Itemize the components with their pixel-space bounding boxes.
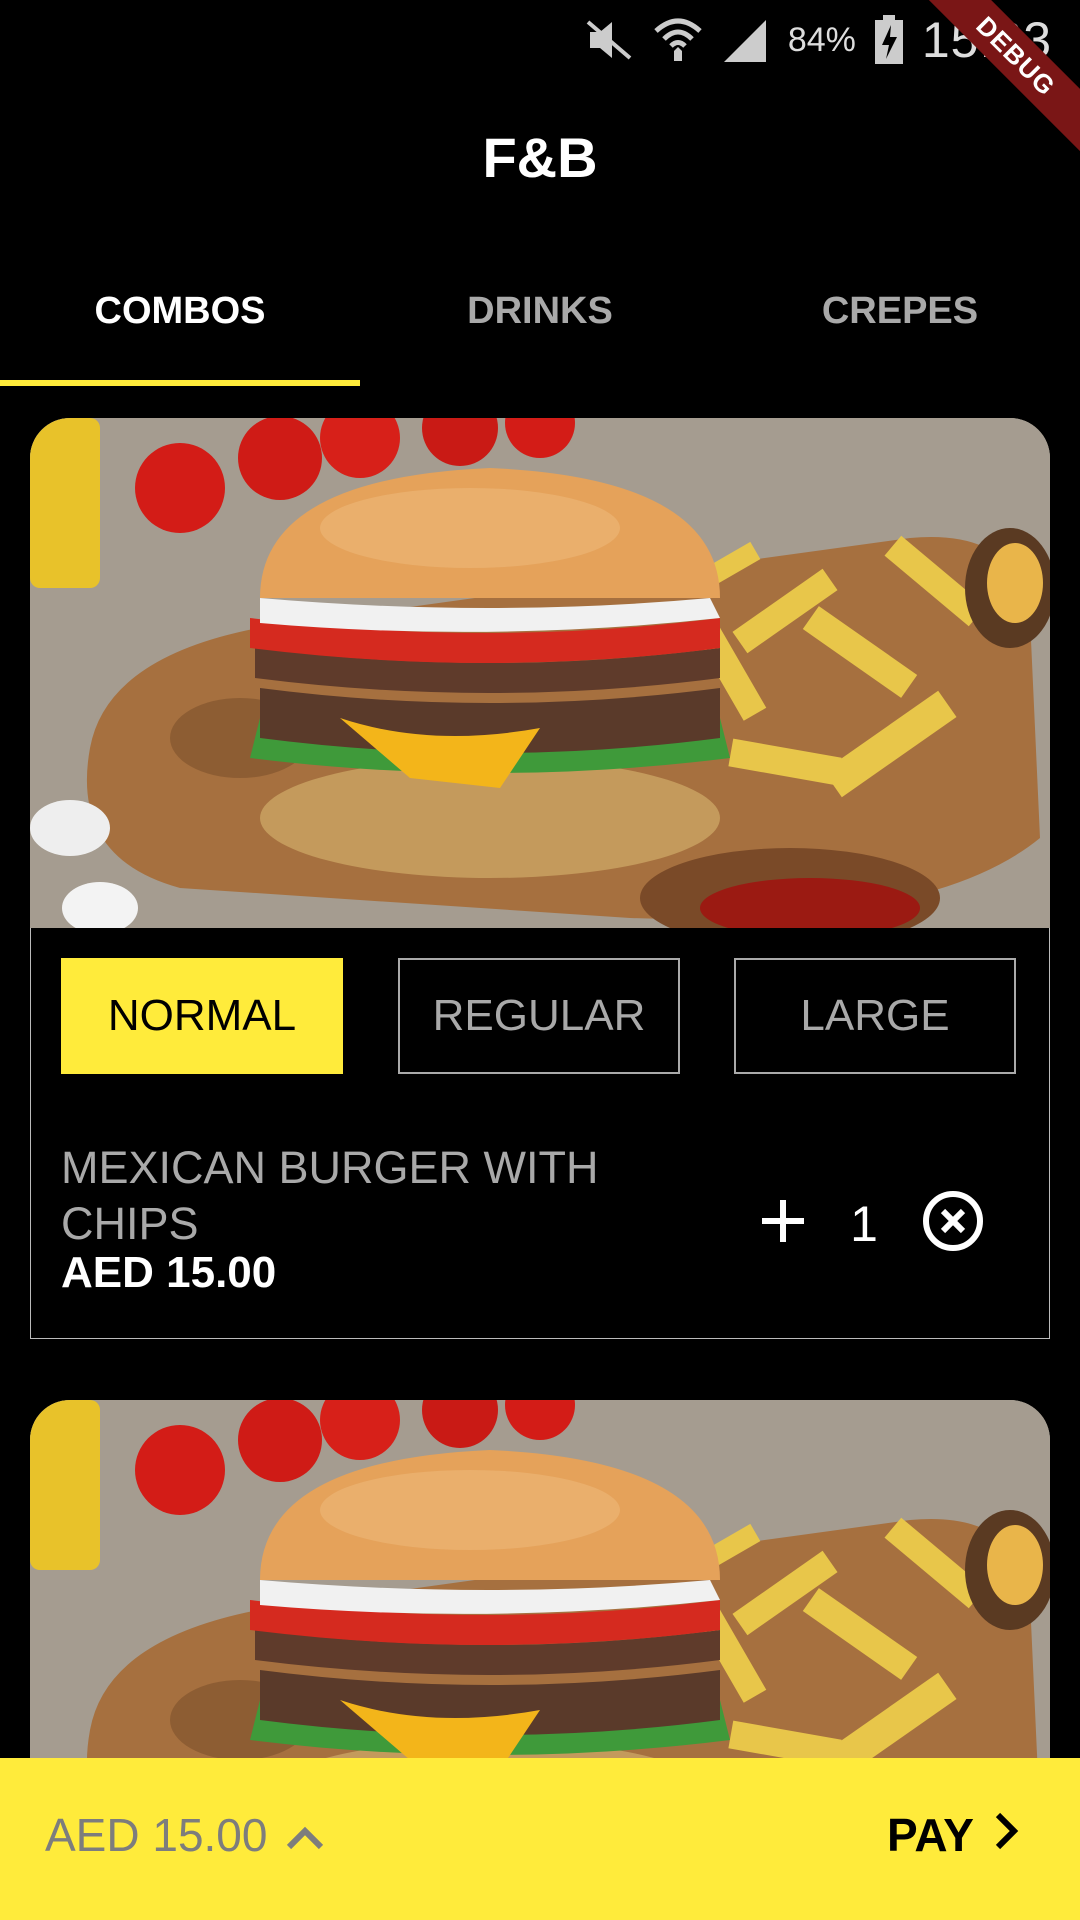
battery-charging-icon	[874, 15, 904, 65]
order-total-toggle[interactable]: AED 15.00	[45, 1808, 325, 1862]
checkout-bar: AED 15.00 PAY	[0, 1758, 1080, 1920]
mute-icon	[584, 18, 634, 62]
size-option-large[interactable]: LARGE	[734, 958, 1016, 1074]
chevron-up-icon[interactable]	[285, 1808, 325, 1862]
size-option-normal[interactable]: NORMAL	[61, 958, 343, 1074]
order-total: AED 15.00	[45, 1809, 268, 1861]
tab-combos[interactable]: COMBOS	[0, 270, 360, 386]
battery-percent: 84%	[787, 20, 856, 59]
category-tabs: COMBOS DRINKS CREPES	[0, 270, 1080, 386]
product-card: NORMAL REGULAR LARGE MEXICAN BURGER WITH…	[30, 418, 1050, 1339]
wifi-icon	[652, 15, 704, 65]
remove-circle-icon[interactable]	[922, 1190, 984, 1257]
signal-icon	[722, 16, 770, 64]
quantity-stepper: 1	[760, 1190, 984, 1257]
product-image	[30, 418, 1050, 928]
size-option-regular[interactable]: REGULAR	[398, 958, 680, 1074]
plus-icon[interactable]	[760, 1198, 806, 1249]
page-title: F&B	[482, 126, 598, 189]
pay-label: PAY	[887, 1809, 974, 1861]
tab-drinks[interactable]: DRINKS	[360, 270, 720, 386]
pay-button[interactable]: PAY	[887, 1808, 1020, 1862]
status-bar: 84% 15:33	[0, 0, 1080, 80]
product-name: MEXICAN BURGER WITH CHIPS	[61, 1142, 599, 1249]
quantity-value: 1	[850, 1195, 878, 1252]
chevron-right-icon	[992, 1808, 1020, 1862]
tab-crepes[interactable]: CREPES	[720, 270, 1080, 386]
product-price: AED 15.00	[61, 1248, 277, 1297]
product-details: NORMAL REGULAR LARGE MEXICAN BURGER WITH…	[30, 928, 1050, 1339]
